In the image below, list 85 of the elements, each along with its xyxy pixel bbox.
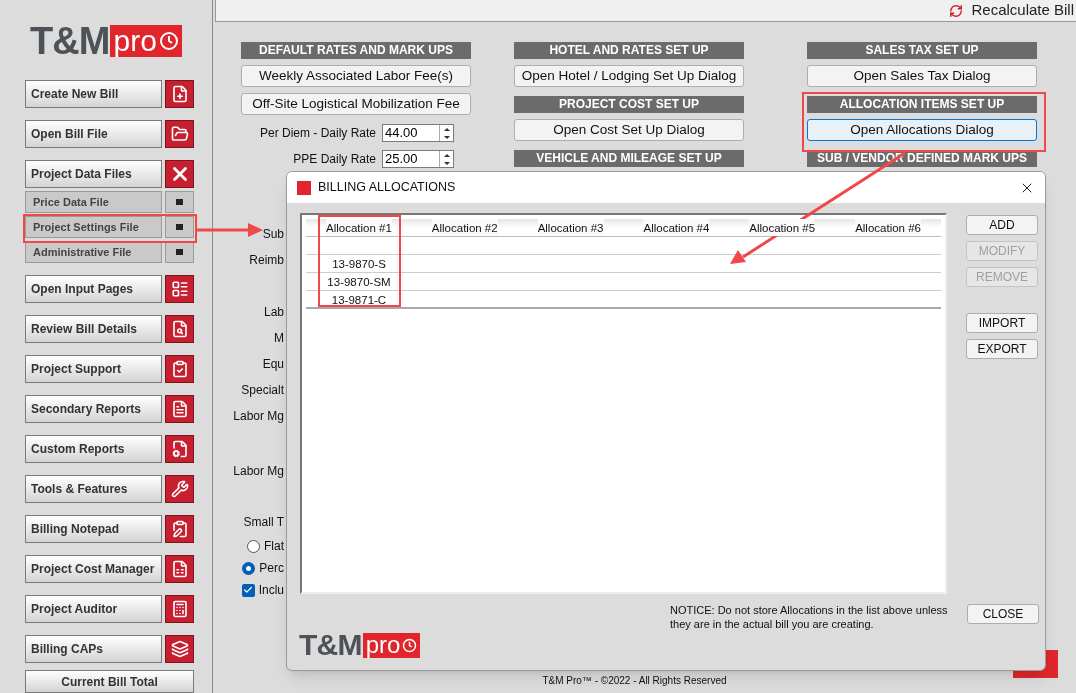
refresh-icon[interactable]: [949, 3, 964, 18]
notice-text: NOTICE: Do not store Allocations in the list above unless they are in the actual bill you are creating.: [670, 603, 949, 632]
field-label: M: [274, 330, 284, 347]
sidebar-button[interactable]: Billing CAPs: [25, 635, 162, 664]
column-header[interactable]: Allocation #3: [537, 219, 604, 236]
sidebar-button[interactable]: Custom Reports: [25, 435, 162, 464]
section-header: SALES TAX SET UP: [807, 42, 1037, 59]
close-button[interactable]: CLOSE: [967, 604, 1039, 624]
column-header[interactable]: Allocation #6: [855, 219, 921, 236]
field-label: Small T: [243, 514, 284, 531]
sidebar-button[interactable]: Secondary Reports: [25, 395, 162, 424]
checkbox[interactable]: [241, 583, 255, 597]
recalculate-button[interactable]: Recalculate Bill: [971, 0, 1074, 22]
clipboard-icon[interactable]: [170, 520, 189, 539]
radio-label: Flat: [264, 538, 284, 555]
logo: T&M pro: [30, 22, 212, 60]
dialog-button[interactable]: Off-Site Logistical Mobilization Fee: [241, 93, 471, 115]
radio-label: Perc: [259, 560, 284, 577]
sidebar-button[interactable]: Project Data Files: [25, 160, 162, 189]
sidebar-button[interactable]: Tools & Features: [25, 475, 162, 504]
sidebar-button[interactable]: Open Bill File: [25, 120, 162, 149]
field-label: Specialt: [241, 382, 284, 399]
column-header[interactable]: Allocation #5: [749, 219, 816, 236]
section-header: PROJECT COST SET UP: [514, 96, 744, 113]
field-label: Lab: [263, 304, 284, 321]
field-label: Per Diem - Daily Rate: [258, 125, 376, 142]
dialog-button[interactable]: Weekly Associated Labor Fee(s): [241, 65, 471, 87]
document-icon[interactable]: [170, 400, 189, 419]
sidebar-button[interactable]: Open Input Pages: [25, 275, 162, 304]
square-icon: [176, 199, 183, 206]
field-label: Labor Mg: [233, 463, 284, 480]
app-icon: [297, 180, 311, 195]
total-button[interactable]: Current Bill Total: [25, 670, 194, 693]
field-label: Equ: [262, 356, 284, 373]
section-header: DEFAULT RATES AND MARK UPS: [241, 42, 471, 59]
column-header[interactable]: Allocation #2: [431, 219, 498, 236]
sidebar-subitem[interactable]: Administrative File: [25, 241, 162, 264]
field-label: Reimb: [249, 252, 284, 269]
sidebar-button[interactable]: Create New Bill: [25, 80, 162, 109]
sidebar-button[interactable]: Project Auditor: [25, 595, 162, 624]
clipboard-check-icon[interactable]: [170, 360, 189, 379]
dialog-button[interactable]: Open Sales Tax Dialog: [807, 65, 1037, 87]
number-field[interactable]: 25.00: [382, 150, 454, 168]
dialog-button[interactable]: ADD: [966, 215, 1038, 235]
radio-button[interactable]: [247, 539, 260, 553]
sidebar-subitem[interactable]: Project Settings File: [25, 216, 162, 239]
field-label: Sub: [262, 226, 284, 243]
field-label: Labor Mg: [233, 408, 284, 425]
dialog-title: BILLING ALLOCATIONS: [318, 179, 456, 197]
file-gear-icon[interactable]: [170, 440, 189, 459]
table-cell-text: 13-9870-S: [331, 257, 387, 272]
dialog-button[interactable]: Open Cost Set Up Dialog: [514, 119, 744, 141]
calculator-icon[interactable]: [170, 600, 189, 619]
field-label: PPE Daily Rate: [292, 151, 376, 168]
section-header: ALLOCATION ITEMS SET UP: [807, 96, 1037, 113]
sidebar-subitem[interactable]: Price Data File: [25, 191, 162, 214]
dialog-button[interactable]: Open Allocations Dialog: [807, 119, 1037, 141]
copyright-text: T&M Pro™ - ©2022 - All Rights Reserved: [542, 674, 727, 688]
dialog-button[interactable]: IMPORT: [966, 313, 1038, 333]
dialog-button[interactable]: EXPORT: [966, 339, 1038, 359]
layers-icon[interactable]: [170, 640, 189, 659]
column-header[interactable]: Allocation #4: [643, 219, 710, 236]
list-icon[interactable]: [170, 280, 189, 299]
sidebar-button[interactable]: Project Cost Manager: [25, 555, 162, 584]
spreadsheet-icon[interactable]: [170, 560, 189, 579]
checkbox-label: Inclu: [258, 582, 284, 599]
sidebar-button[interactable]: Project Support: [25, 355, 162, 384]
section-header: VEHICLE AND MILEAGE SET UP: [514, 150, 744, 167]
table-cell-text: 13-9870-SM: [326, 275, 392, 290]
number-field[interactable]: 44.00: [382, 124, 454, 142]
sidebar-button[interactable]: Review Bill Details: [25, 315, 162, 344]
sidebar-button[interactable]: Billing Notepad: [25, 515, 162, 544]
radio-button[interactable]: [242, 561, 256, 575]
logo: T&M pro: [299, 630, 670, 660]
file-plus-icon[interactable]: [170, 85, 189, 104]
wrench-icon[interactable]: [170, 480, 189, 499]
table-cell-text: 13-9871-C: [330, 293, 388, 307]
square-icon: [176, 224, 183, 231]
dialog-button[interactable]: Open Hotel / Lodging Set Up Dialog: [514, 65, 744, 87]
column-header[interactable]: Allocation #1: [326, 219, 392, 236]
file-search-icon[interactable]: [170, 320, 189, 339]
square-icon: [176, 249, 183, 256]
folder-icon[interactable]: [170, 125, 189, 144]
arrow: [197, 223, 263, 237]
section-header: HOTEL AND RATES SET UP: [514, 42, 744, 59]
